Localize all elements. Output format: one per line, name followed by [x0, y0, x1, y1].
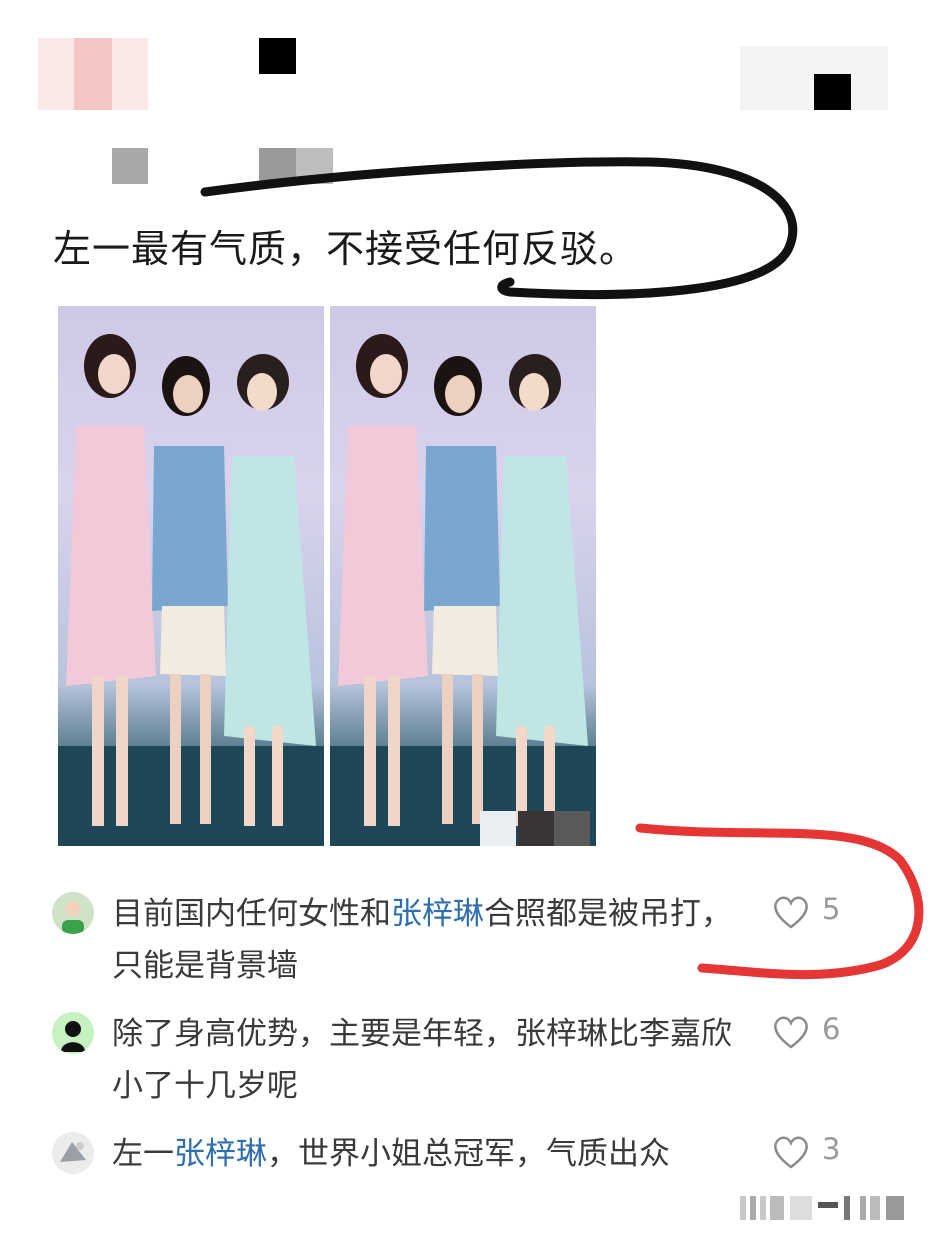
like-count: 5: [822, 892, 841, 926]
post-text: 左一最有气质，不接受任何反驳。: [53, 227, 639, 271]
comment-text-part: 左一: [112, 1136, 174, 1172]
comment-text: 左一张梓琳，世界小姐总冠军，气质出众: [112, 1128, 732, 1180]
comment-text: 目前国内任何女性和张梓琳合照都是被吊打，只能是背景墙: [112, 888, 732, 992]
commenter-avatar[interactable]: [52, 1012, 94, 1054]
comment-item: 目前国内任何女性和张梓琳合照都是被吊打，只能是背景墙 5: [52, 888, 912, 998]
like-count: 6: [822, 1012, 841, 1046]
heart-icon: [774, 1016, 808, 1049]
heart-icon: [774, 896, 808, 929]
black-annotation-stroke: [200, 157, 798, 299]
photo-right[interactable]: [330, 306, 596, 846]
like-button[interactable]: 6: [772, 1010, 892, 1054]
commenter-avatar[interactable]: [52, 892, 94, 934]
photo-grid: [58, 306, 598, 846]
comment-item: 除了身高优势，主要是年轻，张梓琳比李嘉欣小了十几岁呢 6: [52, 1008, 912, 1118]
mention-link[interactable]: 张梓琳: [391, 896, 484, 932]
comment-text-part: ，世界小姐总冠军，气质出众: [267, 1136, 670, 1172]
watermark-bars: [740, 1196, 904, 1220]
like-button[interactable]: 5: [772, 890, 892, 934]
mention-link[interactable]: 张梓琳: [174, 1136, 267, 1172]
like-button[interactable]: 3: [772, 1130, 892, 1174]
heart-icon: [774, 1136, 808, 1169]
photo-left[interactable]: [58, 306, 324, 846]
commenter-avatar[interactable]: [52, 1132, 94, 1174]
comment-text-part: 除了身高优势，主要是年轻，张梓琳比李嘉欣小了十几岁呢: [112, 1016, 732, 1104]
comment-text: 除了身高优势，主要是年轻，张梓琳比李嘉欣小了十几岁呢: [112, 1008, 732, 1112]
comment-text-part: 目前国内任何女性和: [112, 896, 391, 932]
like-count: 3: [822, 1132, 841, 1166]
